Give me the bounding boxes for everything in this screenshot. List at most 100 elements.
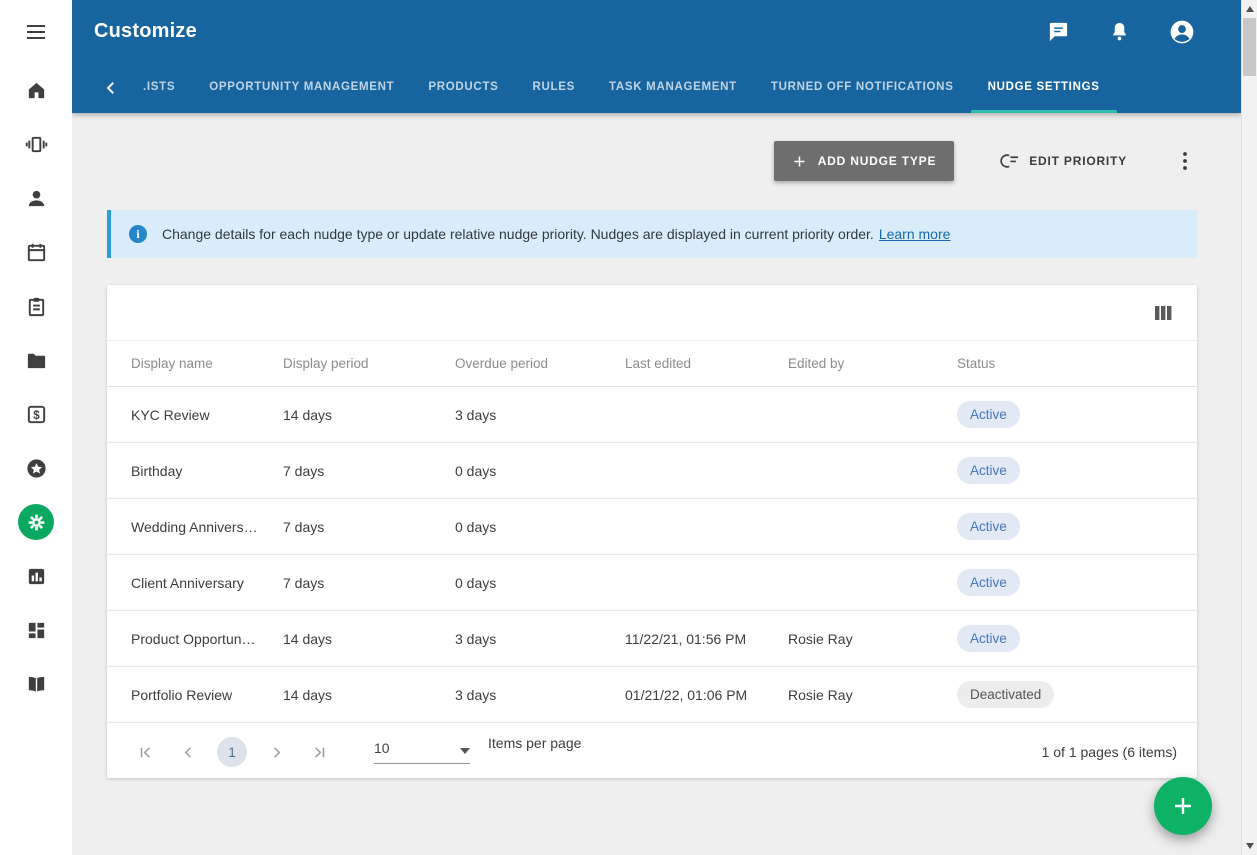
sidebar: $ (0, 0, 72, 855)
info-banner: i Change details for each nudge type or … (107, 210, 1197, 258)
cell-status: Active (957, 401, 1173, 428)
chat-icon[interactable] (1047, 20, 1070, 43)
page-number-button[interactable]: 1 (217, 737, 247, 767)
items-per-page-select[interactable]: 10 (374, 740, 470, 764)
edit-priority-icon (1000, 151, 1020, 171)
main-content: ADD NUDGE TYPE EDIT PRIORITY i Change de… (72, 113, 1241, 855)
tab-nudge-settings[interactable]: NUDGE SETTINGS (971, 63, 1117, 113)
chevron-down-icon (460, 748, 470, 754)
status-badge: Active (957, 625, 1020, 652)
column-header-overdue-period[interactable]: Overdue period (455, 356, 625, 371)
pagination-summary: 1 of 1 pages (6 items) (1042, 744, 1177, 760)
more-options-kebab-icon[interactable] (1173, 149, 1197, 173)
app-window: $ Customize (0, 0, 1257, 855)
table-row[interactable]: Portfolio Review 14 days 3 days 01/21/22… (107, 667, 1197, 723)
sidebar-item-billing[interactable]: $ (0, 387, 72, 441)
page-title: Customize (94, 20, 197, 43)
calendar-icon (25, 241, 48, 264)
status-badge: Active (957, 569, 1020, 596)
cell-display-name: Wedding Annivers… (131, 519, 283, 535)
nudge-toolbar: ADD NUDGE TYPE EDIT PRIORITY (774, 141, 1197, 181)
cell-display-period: 7 days (283, 575, 455, 591)
sidebar-item-tasks[interactable] (0, 279, 72, 333)
menu-toggle-icon[interactable] (24, 20, 48, 44)
first-page-icon[interactable] (131, 738, 159, 766)
add-fab-button[interactable] (1154, 777, 1212, 835)
cell-overdue-period: 3 days (455, 407, 625, 423)
vertical-scrollbar[interactable] (1241, 0, 1257, 855)
tab-lists[interactable]: .ISTS (126, 63, 192, 113)
cell-display-name: KYC Review (131, 407, 283, 423)
cell-status: Active (957, 625, 1173, 652)
scrollbar-thumb[interactable] (1243, 18, 1256, 76)
status-badge: Active (957, 513, 1020, 540)
tab-opportunity-management[interactable]: OPPORTUNITY MANAGEMENT (192, 63, 411, 113)
notifications-bell-icon[interactable] (1108, 20, 1131, 43)
cell-status: Deactivated (957, 681, 1173, 708)
cell-overdue-period: 0 days (455, 463, 625, 479)
settings-tabbar: .ISTS OPPORTUNITY MANAGEMENT PRODUCTS RU… (72, 63, 1241, 113)
table-row[interactable]: Client Anniversary 7 days 0 days Active (107, 555, 1197, 611)
table-header-row: Display name Display period Overdue peri… (107, 340, 1197, 387)
sidebar-item-engagement[interactable] (0, 117, 72, 171)
sidebar-item-settings[interactable] (0, 495, 72, 549)
tab-rules[interactable]: RULES (516, 63, 592, 113)
table-row[interactable]: Product Opportun… 14 days 3 days 11/22/2… (107, 611, 1197, 667)
table-row[interactable]: Wedding Annivers… 7 days 0 days Active (107, 499, 1197, 555)
home-icon (25, 79, 48, 102)
next-page-icon[interactable] (262, 738, 290, 766)
account-avatar-icon[interactable] (1169, 19, 1195, 45)
dollar-document-icon: $ (25, 403, 48, 426)
tab-turned-off-notifications[interactable]: TURNED OFF NOTIFICATIONS (754, 63, 971, 113)
sidebar-item-contacts[interactable] (0, 171, 72, 225)
add-nudge-type-button[interactable]: ADD NUDGE TYPE (774, 141, 955, 181)
column-header-display-period[interactable]: Display period (283, 356, 455, 371)
cell-overdue-period: 0 days (455, 575, 625, 591)
column-header-edited-by[interactable]: Edited by (788, 356, 957, 371)
sidebar-item-documents[interactable] (0, 333, 72, 387)
svg-text:$: $ (33, 409, 40, 421)
tabs-scroll-left-icon[interactable] (96, 63, 126, 113)
scroll-down-icon[interactable] (1242, 838, 1257, 854)
sidebar-item-calendar[interactable] (0, 225, 72, 279)
column-header-last-edited[interactable]: Last edited (625, 356, 788, 371)
plus-icon (792, 154, 807, 169)
cell-display-period: 14 days (283, 407, 455, 423)
cell-status: Active (957, 457, 1173, 484)
column-header-status[interactable]: Status (957, 356, 1173, 371)
cell-display-name: Client Anniversary (131, 575, 283, 591)
tab-products[interactable]: PRODUCTS (411, 63, 515, 113)
sidebar-item-home[interactable] (0, 63, 72, 117)
person-icon (25, 187, 48, 210)
table-row[interactable]: Birthday 7 days 0 days Active (107, 443, 1197, 499)
table-toolbar (107, 285, 1197, 340)
items-per-page-value: 10 (374, 740, 390, 756)
edit-priority-button[interactable]: EDIT PRIORITY (994, 150, 1133, 172)
learn-more-link[interactable]: Learn more (879, 226, 951, 242)
column-chooser-icon[interactable] (1151, 301, 1175, 325)
sidebar-item-library[interactable] (0, 657, 72, 711)
previous-page-icon[interactable] (174, 738, 202, 766)
book-icon (25, 673, 48, 696)
sidebar-item-favorites[interactable] (0, 441, 72, 495)
last-page-icon[interactable] (305, 738, 333, 766)
clipboard-icon (25, 295, 48, 318)
cell-last-edited: 01/21/22, 01:06 PM (625, 687, 788, 703)
table-row[interactable]: KYC Review 14 days 3 days Active (107, 387, 1197, 443)
app-header: Customize (72, 0, 1241, 63)
banner-text: Change details for each nudge type or up… (162, 226, 950, 242)
cell-status: Active (957, 513, 1173, 540)
sidebar-item-dashboard[interactable] (0, 603, 72, 657)
column-header-display-name[interactable]: Display name (131, 356, 283, 371)
cell-status: Active (957, 569, 1173, 596)
status-badge: Deactivated (957, 681, 1054, 708)
status-badge: Active (957, 401, 1020, 428)
scroll-up-icon[interactable] (1242, 1, 1257, 17)
nudge-table-card: Display name Display period Overdue peri… (107, 285, 1197, 778)
status-badge: Active (957, 457, 1020, 484)
tab-task-management[interactable]: TASK MANAGEMENT (592, 63, 754, 113)
sidebar-item-reports[interactable] (0, 549, 72, 603)
settings-active-indicator (18, 504, 54, 540)
dashboard-icon (25, 619, 48, 642)
items-per-page-label: Items per page (488, 726, 581, 751)
